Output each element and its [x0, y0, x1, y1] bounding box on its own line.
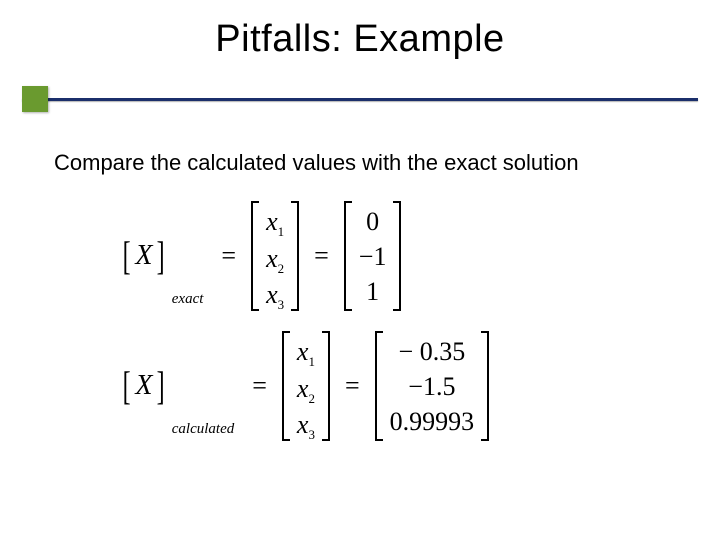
vector-value: −1	[359, 239, 387, 274]
equals-sign: =	[215, 241, 242, 271]
lhs-subscript: calculated	[172, 421, 234, 438]
accent-square-icon	[22, 86, 48, 112]
title-area: Pitfalls: Example	[0, 0, 720, 61]
right-bracket-icon	[319, 330, 333, 442]
vector-value: 0.99993	[390, 404, 475, 439]
vector-value: 1	[359, 274, 387, 309]
left-bracket-icon	[279, 330, 293, 442]
slide: Pitfalls: Example Compare the calculated…	[0, 0, 720, 540]
left-bracket-icon: [	[123, 242, 131, 270]
equals-sign: =	[308, 241, 335, 271]
left-bracket-icon	[248, 200, 262, 312]
variable-vector: x1 x2 x3	[248, 200, 302, 312]
vector-entry: x3	[266, 277, 284, 314]
vector-entry: x2	[266, 241, 284, 278]
equation-exact: [ X ] exact = x1 x2 x3 =	[120, 200, 492, 312]
right-bracket-icon: ]	[157, 242, 165, 270]
vector-entry: x3	[297, 407, 315, 444]
equals-sign: =	[246, 371, 273, 401]
lhs-variable: X	[133, 370, 154, 402]
accent-line	[22, 98, 698, 101]
vector-value: − 0.35	[390, 334, 475, 369]
right-bracket-icon	[478, 330, 492, 442]
right-bracket-icon	[390, 200, 404, 312]
equals-sign: =	[339, 371, 366, 401]
vector-value: −1.5	[390, 369, 475, 404]
body-text: Compare the calculated values with the e…	[54, 150, 579, 176]
accent-decoration	[0, 86, 720, 116]
variable-vector: x1 x2 x3	[279, 330, 333, 442]
value-vector: − 0.35 −1.5 0.99993	[372, 330, 493, 442]
left-bracket-icon	[341, 200, 355, 312]
left-bracket-icon	[372, 330, 386, 442]
lhs-variable: X	[133, 240, 154, 272]
slide-title: Pitfalls: Example	[0, 18, 720, 61]
vector-entry: x1	[297, 334, 315, 371]
vector-value: 0	[359, 204, 387, 239]
equation-calculated: [ X ] calculated = x1 x2 x3 =	[120, 330, 492, 442]
right-bracket-icon	[288, 200, 302, 312]
right-bracket-icon: ]	[157, 372, 165, 400]
lhs-bracketed: [ X ]	[120, 370, 168, 402]
vector-entry: x1	[266, 204, 284, 241]
left-bracket-icon: [	[123, 372, 131, 400]
lhs-bracketed: [ X ]	[120, 240, 168, 272]
value-vector: 0 −1 1	[341, 200, 405, 312]
lhs-subscript: exact	[172, 291, 204, 308]
vector-entry: x2	[297, 371, 315, 408]
math-area: [ X ] exact = x1 x2 x3 =	[120, 200, 492, 460]
